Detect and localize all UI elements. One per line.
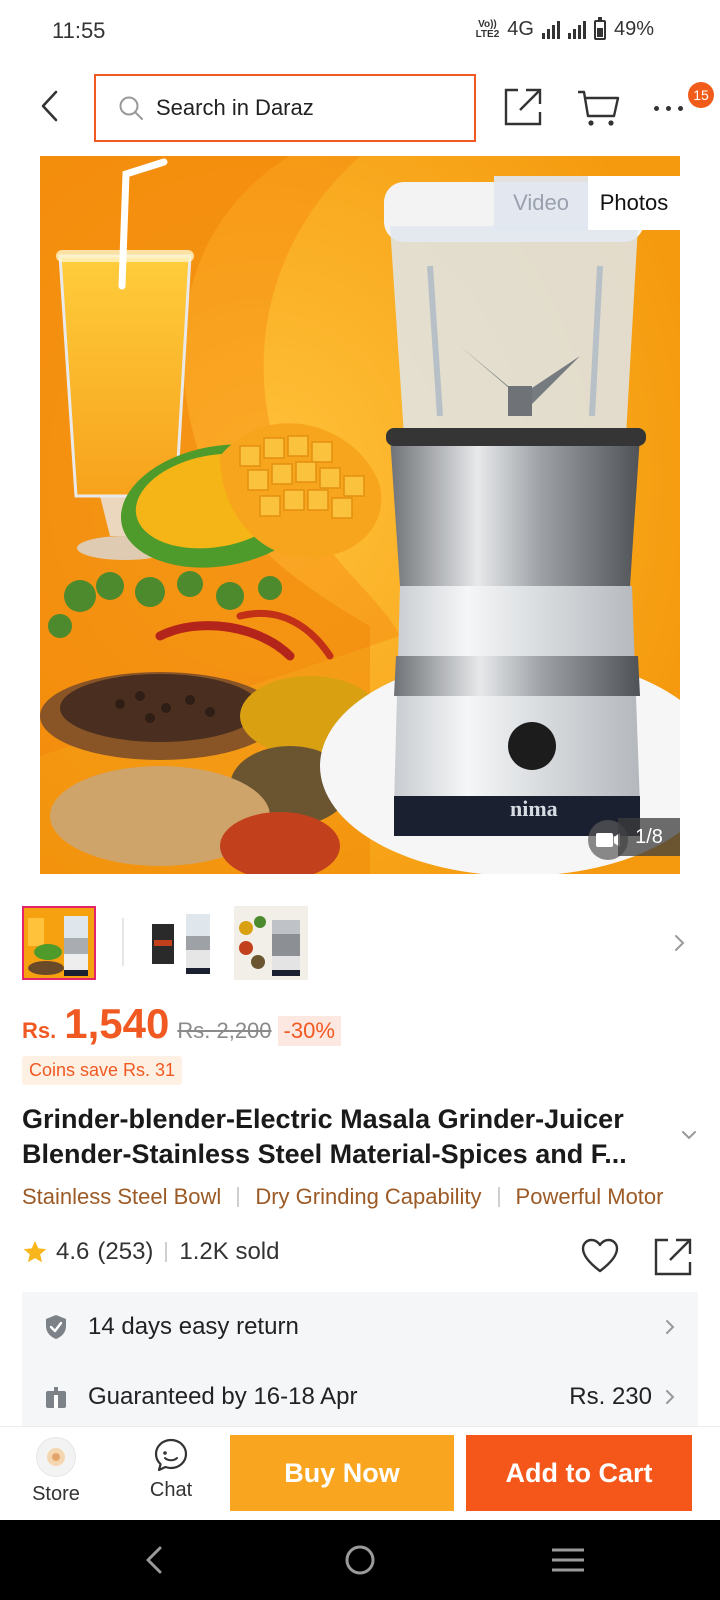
battery-icon	[593, 16, 606, 40]
wishlist-button[interactable]	[580, 1236, 620, 1276]
cart-count-badge: 15	[688, 82, 714, 108]
status-time: 11:55	[52, 18, 106, 43]
signal-icon	[541, 20, 560, 39]
system-back-button[interactable]	[134, 1540, 174, 1580]
store-button[interactable]: Store	[30, 1437, 82, 1517]
cart-icon	[578, 90, 620, 126]
home-circle-icon	[345, 1545, 375, 1575]
delivery-box-icon	[46, 1387, 66, 1408]
system-nav-bar	[0, 1520, 720, 1600]
thumbnail-strip	[22, 906, 702, 982]
share-product-button[interactable]	[652, 1236, 694, 1278]
star-icon	[23, 1240, 47, 1263]
back-arrow-icon	[146, 1546, 162, 1574]
store-logo	[36, 1437, 76, 1477]
feature-tags: Stainless Steel Bowl Dry Grinding Capabi…	[22, 1184, 720, 1210]
return-policy-text: 14 days easy return	[88, 1313, 299, 1340]
cart-button[interactable]	[576, 86, 620, 128]
share-button[interactable]	[502, 86, 544, 128]
product-image[interactable]: nima Video Photos 1/8	[40, 156, 680, 874]
delivery-row[interactable]: Guaranteed by 16-18 Apr Rs. 230	[22, 1362, 698, 1432]
store-logo-icon	[47, 1448, 65, 1466]
status-indicators: Vo)) LTE2 4G 49%	[475, 16, 654, 41]
discount-badge: -30%	[277, 1016, 341, 1046]
feature-tag[interactable]: Stainless Steel Bowl	[22, 1184, 221, 1210]
shield-check-icon	[46, 1315, 66, 1339]
media-tabs: Video Photos	[494, 176, 680, 230]
system-recents-button[interactable]	[548, 1540, 588, 1580]
thumbnail-image-1	[24, 908, 94, 978]
tag-separator	[237, 1187, 240, 1207]
thumbnail-3[interactable]	[234, 906, 308, 980]
product-title: Grinder-blender-Electric Masala Grinder-…	[22, 1104, 627, 1169]
chat-button[interactable]: Chat	[140, 1437, 202, 1517]
thumbnail-image-3	[234, 906, 308, 980]
heart-icon	[581, 1238, 619, 1273]
store-label: Store	[32, 1483, 80, 1505]
thumbnail-1[interactable]	[22, 906, 96, 980]
price-currency: Rs.	[22, 1018, 57, 1043]
price-row: Rs. 1,540 Rs. 2,200 -30%	[22, 1000, 341, 1048]
sold-count: 1.2K sold	[179, 1238, 280, 1265]
tag-separator	[497, 1187, 500, 1207]
chevron-left-icon	[41, 90, 58, 122]
chevron-down-icon	[682, 1131, 696, 1140]
brand-logo-text: nima	[510, 796, 558, 821]
network-type: 4G	[507, 18, 534, 40]
chat-label: Chat	[149, 1479, 193, 1501]
price-current: 1,540	[64, 1000, 170, 1047]
image-counter: 1/8	[618, 818, 680, 856]
delivery-date-text: Guaranteed by 16-18 Apr	[88, 1383, 358, 1410]
review-count: (253)	[97, 1238, 154, 1265]
rating-separator	[165, 1242, 168, 1262]
more-options-button[interactable]	[654, 98, 690, 118]
coins-badge[interactable]: Coins save Rs. 31	[22, 1056, 183, 1085]
system-home-button[interactable]	[340, 1540, 380, 1580]
product-photo-illustration: nima	[40, 156, 680, 874]
status-bar: 11:55 Vo)) LTE2 4G 49%	[0, 0, 720, 62]
signal-icon-2	[567, 20, 586, 39]
chevron-right-icon	[675, 935, 685, 951]
thumbnail-2[interactable]	[146, 906, 220, 980]
search-icon	[119, 96, 143, 120]
service-info-box: 14 days easy return Guaranteed by 16-18 …	[22, 1292, 698, 1432]
rating-value: 4.6	[56, 1238, 90, 1265]
top-header: Search in Daraz 15	[0, 72, 720, 142]
thumbnail-divider	[122, 918, 124, 966]
chevron-right-icon	[666, 1320, 675, 1334]
chat-icon	[154, 1438, 188, 1472]
delivery-fee: Rs. 230	[569, 1383, 652, 1410]
share-icon	[504, 88, 542, 126]
buy-now-button[interactable]: Buy Now	[230, 1435, 454, 1511]
volte-indicator: Vo)) LTE2	[475, 19, 500, 40]
return-policy-row[interactable]: 14 days easy return	[22, 1292, 698, 1362]
chevron-right-icon	[666, 1390, 675, 1404]
search-placeholder: Search in Daraz	[156, 95, 314, 120]
thumbnail-image-2	[146, 906, 220, 980]
title-expand-button[interactable]	[680, 1128, 698, 1140]
feature-tag[interactable]: Powerful Motor	[516, 1184, 664, 1210]
share-icon	[654, 1238, 692, 1276]
back-button[interactable]	[30, 86, 70, 126]
volte-bottom-label: LTE2	[475, 28, 500, 40]
battery-percent: 49%	[613, 18, 654, 40]
add-to-cart-button[interactable]: Add to Cart	[466, 1435, 692, 1511]
feature-tag[interactable]: Dry Grinding Capability	[255, 1184, 481, 1210]
menu-lines-icon	[552, 1548, 584, 1572]
price-original: Rs. 2,200	[177, 1018, 272, 1043]
bottom-action-bar: Store Chat Buy Now Add to Cart	[0, 1426, 720, 1520]
tab-video[interactable]: Video	[494, 176, 588, 230]
rating-row[interactable]: 4.6 (253) 1.2K sold	[22, 1238, 279, 1266]
tab-photos[interactable]: Photos	[588, 176, 680, 230]
thumbnail-next-button[interactable]	[672, 928, 688, 958]
search-input[interactable]: Search in Daraz	[94, 74, 476, 142]
